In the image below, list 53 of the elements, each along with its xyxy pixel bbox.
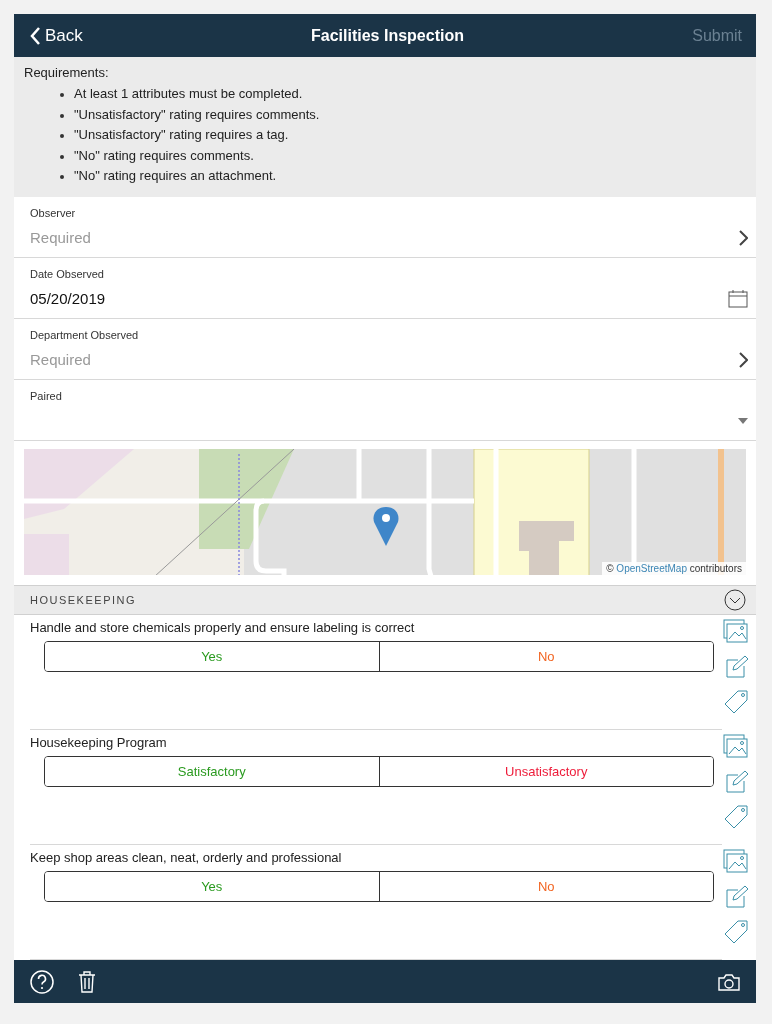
section-title: HOUSEKEEPING (30, 594, 137, 606)
bullet-icon (60, 154, 64, 159)
requirement-text: "Unsatisfactory" rating requires a tag. (74, 126, 289, 144)
question-text: Keep shop areas clean, neat, orderly and professional (30, 850, 343, 865)
rating-option[interactable]: No (378, 872, 713, 901)
bullet-icon (60, 134, 64, 138)
map[interactable]: © OpenStreetMap contributors (24, 448, 746, 575)
chevron-left-icon (30, 26, 41, 45)
caret-icon (738, 417, 748, 424)
photo-gallery-button[interactable] (723, 734, 749, 760)
bullet-icon (60, 113, 64, 118)
field-label: Observer (30, 206, 77, 219)
field-label: Paired (30, 389, 63, 402)
photo-gallery-button[interactable] (723, 619, 749, 645)
screen-title: Facilities Inspection (311, 26, 464, 45)
field-value[interactable]: 05/20/2019 (30, 290, 106, 307)
tag-button[interactable] (723, 804, 749, 830)
field-placeholder[interactable]: Required (30, 351, 91, 368)
question-text: Housekeeping Program (30, 735, 168, 750)
tag-button[interactable] (723, 919, 749, 945)
calendar-button[interactable] (728, 289, 748, 308)
tag-button[interactable] (723, 689, 749, 715)
attribution-link[interactable]: OpenStreetMap (616, 563, 687, 574)
edit-button[interactable] (724, 770, 748, 794)
collapse-icon[interactable] (724, 589, 746, 611)
requirement-text: At least 1 attributes must be completed. (74, 85, 303, 103)
picker-button[interactable] (738, 229, 748, 246)
edit-button[interactable] (724, 885, 748, 909)
field-label: Date Observed (30, 267, 105, 280)
field-label: Department Observed (30, 328, 140, 341)
requirement-text: "Unsatisfactory" rating requires comments. (74, 105, 320, 124)
requirements-heading: Requirements: (24, 65, 110, 80)
camera-button[interactable] (718, 972, 740, 991)
field-placeholder[interactable]: Required (30, 229, 91, 246)
help-button[interactable] (30, 969, 54, 994)
back-button[interactable]: Back (30, 25, 83, 46)
question-text: Handle and store chemicals properly and ensure labeling is correct (30, 620, 416, 635)
rating-option[interactable]: No (378, 642, 713, 671)
bullet-icon (60, 93, 64, 97)
calendar-icon (728, 289, 748, 308)
chevron-right-icon (738, 229, 748, 246)
delete-button[interactable] (78, 970, 96, 993)
requirement-text: "No" rating requires an attachment. (74, 167, 277, 185)
requirement-text: "No" rating requires comments. (74, 146, 254, 165)
picker-button[interactable] (738, 351, 748, 368)
rating-option[interactable]: Unsatisfactory (378, 757, 713, 786)
edit-button[interactable] (724, 655, 748, 679)
chevron-right-icon (738, 351, 748, 368)
photo-gallery-button[interactable] (723, 849, 749, 875)
section-header[interactable]: HOUSEKEEPING (14, 585, 756, 615)
map-attribution: © OpenStreetMap contributors (602, 562, 746, 575)
dropdown-button[interactable] (738, 417, 748, 424)
bullet-icon (60, 175, 64, 179)
